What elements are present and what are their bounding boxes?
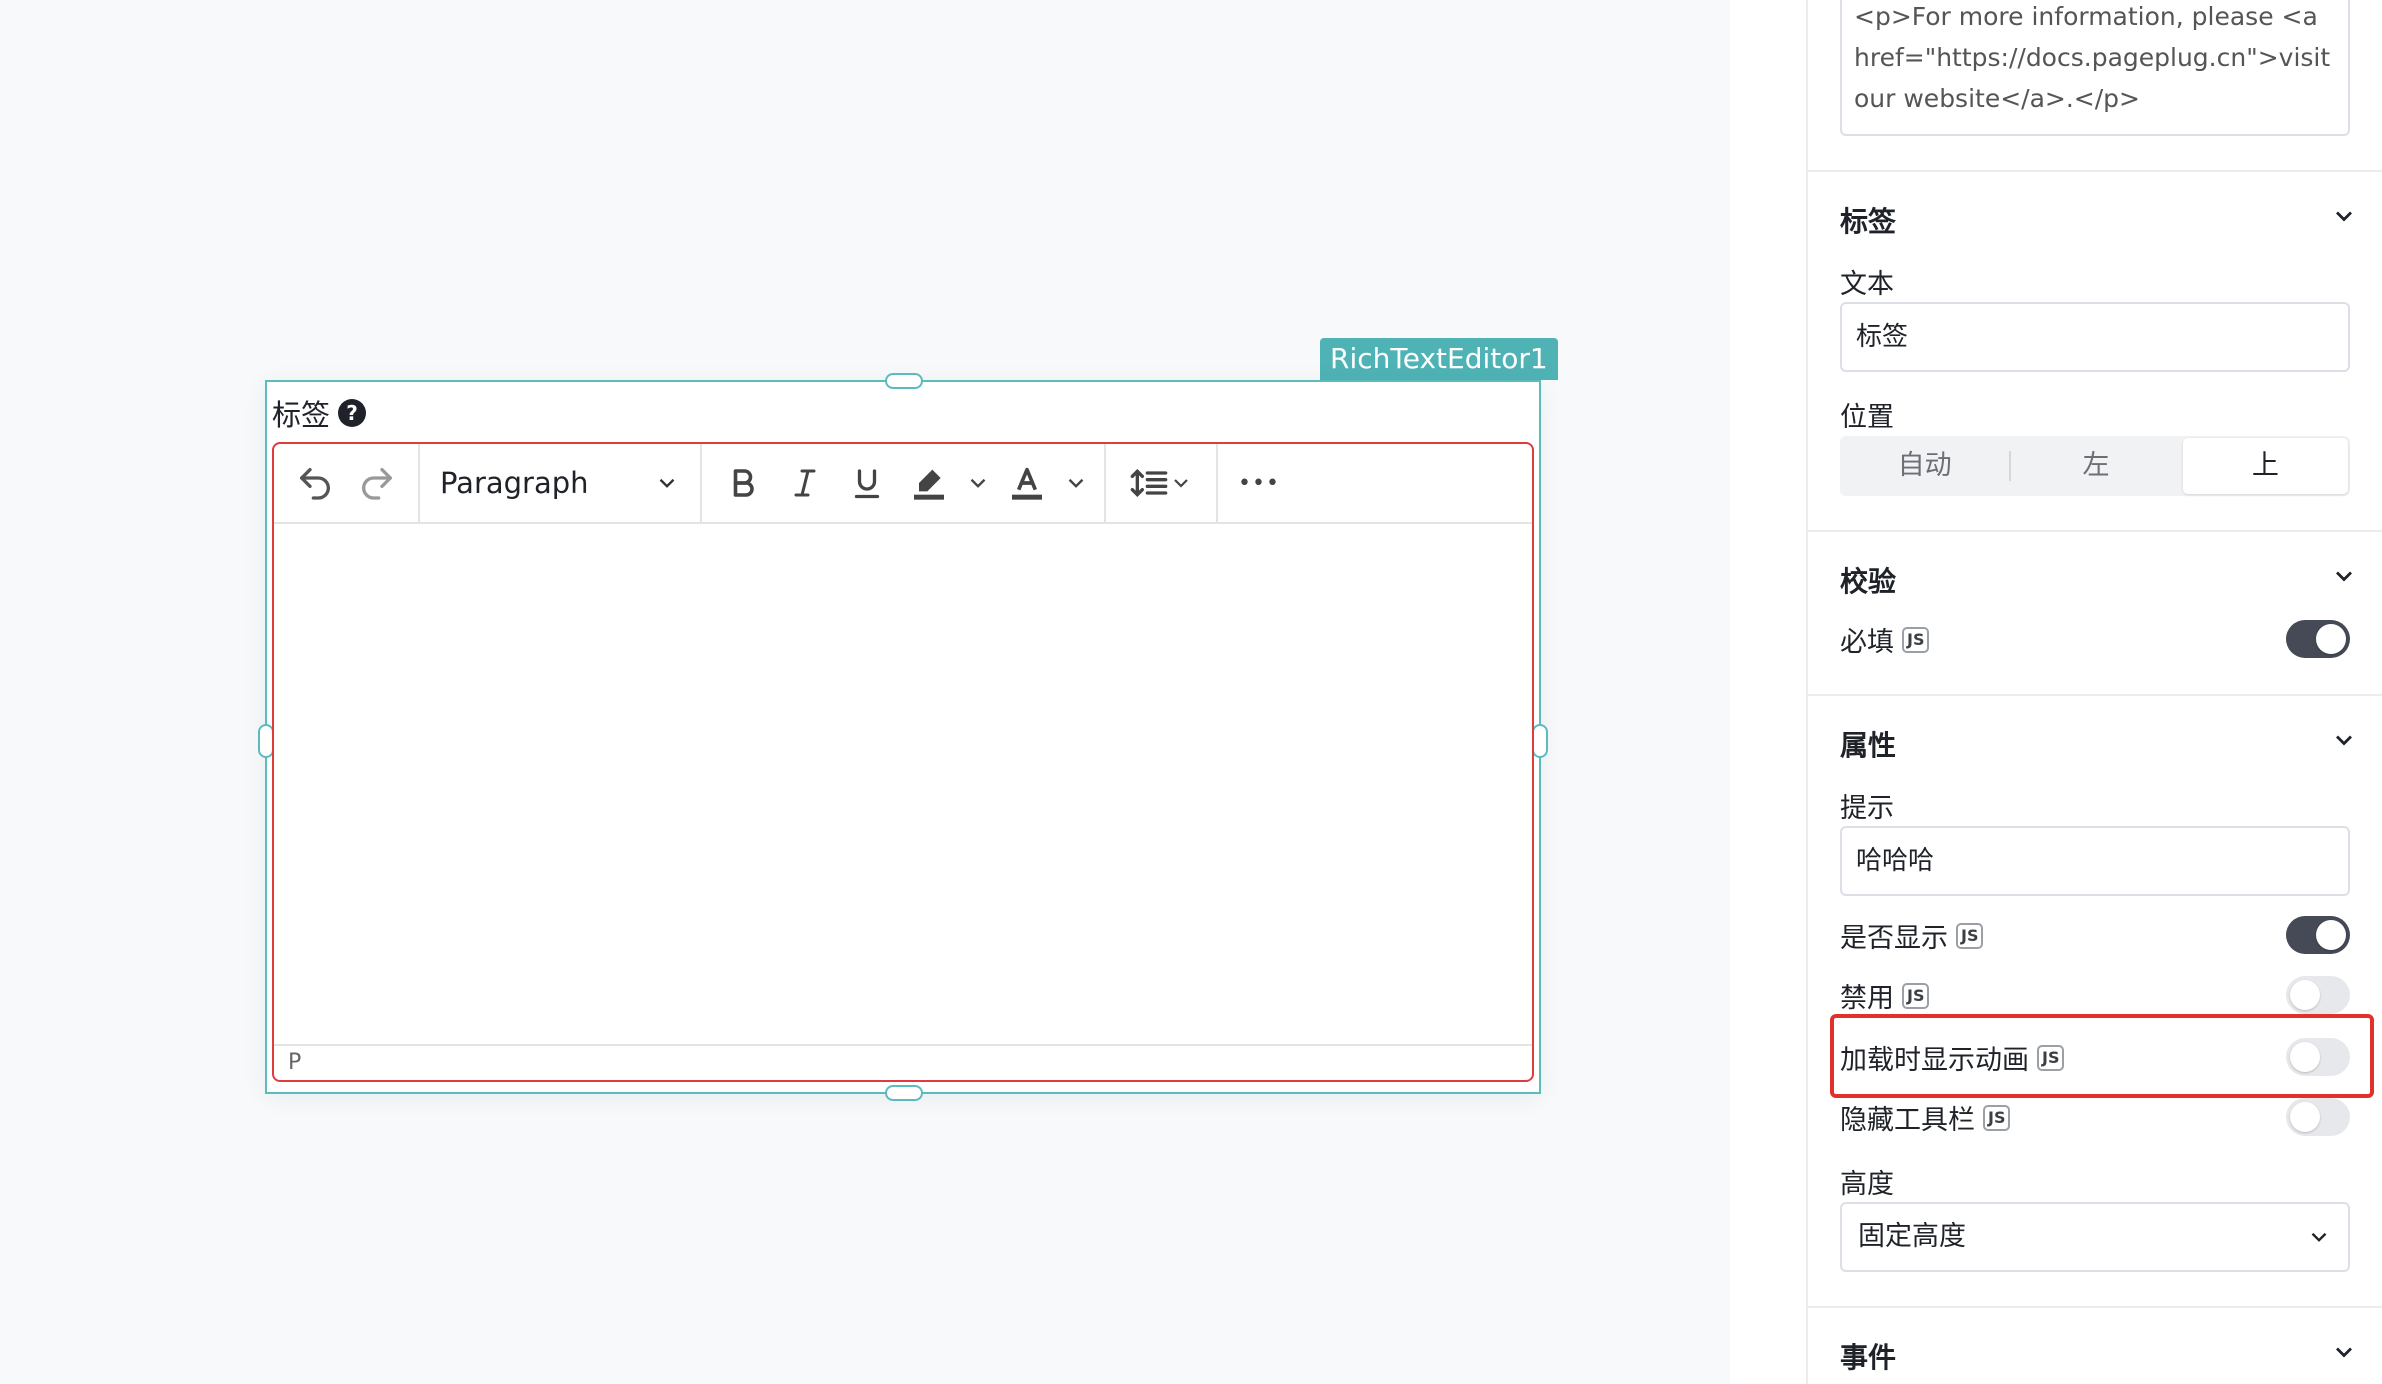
switch-knob [2290, 1102, 2320, 1132]
hide-toolbar-label-text: 隐藏工具栏 [1840, 1105, 1975, 1136]
canvas-panel-gap [1730, 0, 1806, 1384]
font-color-icon [1012, 467, 1042, 500]
redo-button[interactable] [346, 453, 408, 513]
chevron-down-icon [1068, 478, 1084, 488]
redo-icon [362, 468, 392, 500]
section-divider [1808, 1306, 2382, 1308]
bold-icon [733, 469, 754, 497]
line-height-icon [1130, 468, 1168, 498]
switch-knob [2316, 624, 2346, 654]
visible-label-text: 是否显示 [1840, 923, 1948, 954]
editor-toolbar: Paragraph ••• [274, 444, 1532, 524]
italic-icon [794, 469, 816, 497]
block-format-value: Paragraph [440, 466, 589, 500]
section-divider [1808, 694, 2382, 696]
highlighter-icon [914, 469, 944, 500]
editor-content-area[interactable] [274, 524, 1532, 1044]
more-icon: ••• [1238, 470, 1280, 496]
hide-toolbar-field-label: 隐藏工具栏 JS [1840, 1098, 2011, 1137]
section-title-properties[interactable]: 属性 [1840, 724, 1896, 764]
switch-knob [2316, 920, 2346, 950]
position-option-top[interactable]: 上 [2182, 438, 2348, 494]
font-color-button[interactable] [996, 453, 1058, 513]
chevron-down-icon [1174, 479, 1188, 488]
visible-field-label: 是否显示 JS [1840, 916, 1984, 955]
position-field-label-text: 位置 [1840, 402, 1894, 433]
html-content-input[interactable]: <p>For more information, please <a href=… [1840, 0, 2350, 136]
line-height-group [1106, 444, 1218, 522]
tooltip-input[interactable]: 哈哈哈 [1840, 826, 2350, 896]
chevron-down-icon[interactable] [2330, 202, 2358, 230]
section-title-events[interactable]: 事件 [1840, 1336, 1896, 1376]
history-group [274, 444, 420, 522]
disabled-switch[interactable] [2286, 976, 2350, 1014]
height-select[interactable]: 固定高度 [1840, 1202, 2350, 1272]
section-divider [1808, 530, 2382, 532]
hide-toolbar-switch[interactable] [2286, 1098, 2350, 1136]
line-height-button[interactable] [1116, 453, 1206, 513]
bold-button[interactable] [712, 453, 774, 513]
help-icon[interactable]: ? [338, 399, 367, 427]
required-switch[interactable] [2286, 620, 2350, 658]
text-field-label: 文本 [1840, 262, 1894, 301]
italic-button[interactable] [774, 453, 836, 513]
more-group: ••• [1218, 444, 1300, 522]
text-style-group [702, 444, 1106, 522]
visible-switch[interactable] [2286, 916, 2350, 954]
section-divider [1808, 170, 2382, 172]
font-color-dropdown[interactable] [1058, 453, 1094, 513]
js-toggle-badge[interactable]: JS [1902, 982, 1930, 1009]
undo-icon [300, 468, 330, 500]
position-field-label: 位置 [1840, 395, 1894, 434]
position-option-auto[interactable]: 自动 [1842, 438, 2007, 494]
height-label-text: 高度 [1840, 1169, 1894, 1200]
underline-button[interactable] [836, 453, 898, 513]
element-path[interactable]: P [288, 1050, 301, 1075]
js-toggle-badge[interactable]: JS [1902, 626, 1930, 653]
section-title-validation[interactable]: 校验 [1840, 560, 1896, 600]
required-label-text: 必填 [1840, 627, 1894, 658]
resize-handle-bottom[interactable] [885, 1085, 923, 1101]
resize-handle-right[interactable] [1532, 724, 1548, 758]
chevron-down-icon [659, 478, 675, 488]
format-group: Paragraph [420, 444, 702, 522]
tooltip-field-label: 提示 [1840, 786, 1894, 825]
height-select-value: 固定高度 [1858, 1221, 1966, 1252]
chevron-down-icon [970, 478, 986, 488]
more-button[interactable]: ••• [1228, 453, 1290, 513]
widget-label: 标签 ? [272, 392, 367, 434]
widget-label-text: 标签 [272, 398, 331, 432]
chevron-down-icon[interactable] [2330, 1338, 2358, 1366]
highlight-dropdown[interactable] [960, 453, 996, 513]
property-pane: <p>For more information, please <a href=… [1806, 0, 2382, 1384]
position-option-left[interactable]: 左 [2013, 438, 2178, 494]
label-position-segmented: 自动 左 上 [1840, 436, 2350, 496]
text-field-label-text: 文本 [1840, 269, 1894, 300]
highlight-button[interactable] [898, 453, 960, 513]
height-field-label: 高度 [1840, 1162, 1894, 1201]
chevron-down-icon[interactable] [2330, 726, 2358, 754]
annotation-highlight-box [1830, 1014, 2374, 1098]
rich-text-editor-widget[interactable]: 标签 ? Paragraph ••• P [258, 373, 1548, 1101]
rich-text-editor[interactable]: Paragraph ••• P [272, 442, 1534, 1082]
js-toggle-badge[interactable]: JS [1956, 922, 1984, 949]
section-title-label[interactable]: 标签 [1840, 200, 1896, 240]
resize-handle-top[interactable] [885, 373, 923, 389]
undo-button[interactable] [284, 453, 346, 513]
label-text-input[interactable]: 标签 [1840, 302, 2350, 372]
tooltip-label-text: 提示 [1840, 793, 1894, 824]
disabled-field-label: 禁用 JS [1840, 976, 1930, 1015]
editor-status-bar: P [274, 1044, 1532, 1080]
design-canvas[interactable]: RichTextEditor1 标签 ? Paragraph ••• P [0, 0, 1730, 1384]
widget-name-tag[interactable]: RichTextEditor1 [1320, 338, 1558, 380]
chevron-down-icon [2311, 1232, 2327, 1242]
segment-separator [2009, 451, 2012, 481]
chevron-down-icon[interactable] [2330, 562, 2358, 590]
required-field-label: 必填 JS [1840, 620, 1930, 659]
block-format-select[interactable]: Paragraph [430, 466, 690, 500]
disabled-label-text: 禁用 [1840, 983, 1894, 1014]
switch-knob [2290, 980, 2320, 1010]
underline-icon [854, 469, 880, 499]
js-toggle-badge[interactable]: JS [1983, 1104, 2011, 1131]
